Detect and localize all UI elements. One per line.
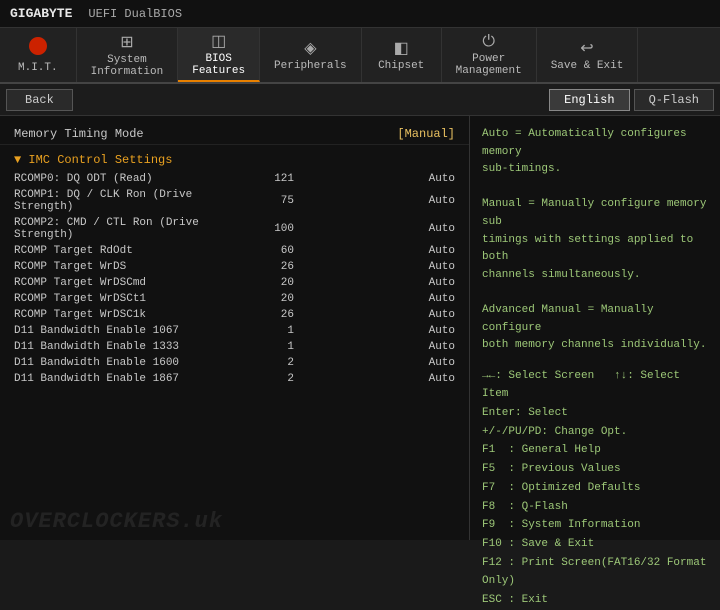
setting-num: 2 bbox=[244, 357, 294, 369]
setting-num: 100 bbox=[244, 223, 294, 235]
setting-label: D11 Bandwidth Enable 1333 bbox=[14, 341, 244, 353]
setting-auto: Auto bbox=[429, 293, 455, 305]
settings-list: RCOMP0: DQ ODT (Read) 121 Auto RCOMP1: D… bbox=[0, 171, 469, 387]
setting-row[interactable]: RCOMP Target RdOdt 60 Auto bbox=[0, 243, 469, 259]
setting-num: 20 bbox=[244, 277, 294, 289]
setting-row[interactable]: D11 Bandwidth Enable 1867 2 Auto bbox=[0, 371, 469, 387]
dual-bios-label: UEFI DualBIOS bbox=[88, 7, 182, 21]
setting-label: RCOMP Target WrDSC1k bbox=[14, 309, 244, 321]
setting-auto: Auto bbox=[429, 195, 455, 207]
sysinfo-icon: ⊞ bbox=[120, 32, 133, 52]
key-row-change: +/-/PU/PD: Change Opt. bbox=[482, 423, 708, 442]
setting-auto: Auto bbox=[429, 309, 455, 321]
nav-label-bios: BIOSFeatures bbox=[192, 53, 245, 77]
setting-row[interactable]: RCOMP Target WrDS 26 Auto bbox=[0, 259, 469, 275]
qflash-button[interactable]: Q-Flash bbox=[634, 89, 714, 111]
nav-item-chipset[interactable]: ◧ Chipset bbox=[362, 28, 442, 82]
setting-auto: Auto bbox=[429, 325, 455, 337]
setting-num: 1 bbox=[244, 341, 294, 353]
setting-label: D11 Bandwidth Enable 1867 bbox=[14, 373, 244, 385]
setting-label: RCOMP Target WrDSCt1 bbox=[14, 293, 244, 305]
key-row-screen: →←: Select Screen ↑↓: Select Item bbox=[482, 367, 708, 404]
key-row-f7: F7 : Optimized Defaults bbox=[482, 479, 708, 498]
top-navigation: M.I.T. ⊞ SystemInformation ◫ BIOSFeature… bbox=[0, 28, 720, 84]
key-row-enter: Enter: Select bbox=[482, 404, 708, 423]
setting-label: D11 Bandwidth Enable 1067 bbox=[14, 325, 244, 337]
setting-row[interactable]: RCOMP1: DQ / CLK Ron (Drive Strength) 75… bbox=[0, 187, 469, 215]
mit-icon bbox=[29, 37, 47, 60]
setting-label: RCOMP Target RdOdt bbox=[14, 245, 244, 257]
setting-num: 20 bbox=[244, 293, 294, 305]
nav-item-peripherals[interactable]: ◈ Peripherals bbox=[260, 28, 362, 82]
key-row-f1: F1 : General Help bbox=[482, 441, 708, 460]
nav-label-peripherals: Peripherals bbox=[274, 60, 347, 72]
brand-logo: GIGABYTE bbox=[10, 6, 72, 21]
setting-auto: Auto bbox=[429, 223, 455, 235]
setting-num: 75 bbox=[244, 195, 294, 207]
nav-label-save: Save & Exit bbox=[551, 60, 624, 72]
right-panel: Auto = Automatically configures memory s… bbox=[470, 116, 720, 540]
nav-item-sysinfo[interactable]: ⊞ SystemInformation bbox=[77, 28, 179, 82]
setting-label: RCOMP Target WrDSCmd bbox=[14, 277, 244, 289]
setting-auto: Auto bbox=[429, 277, 455, 289]
titlebar: GIGABYTE UEFI DualBIOS bbox=[0, 0, 720, 28]
key-row-f10: F10 : Save & Exit bbox=[482, 535, 708, 554]
nav-item-power[interactable]: ⏻ PowerManagement bbox=[442, 28, 537, 82]
setting-num: 1 bbox=[244, 325, 294, 337]
memory-timing-label: Memory Timing Mode bbox=[14, 127, 144, 141]
setting-auto: Auto bbox=[429, 373, 455, 385]
language-button[interactable]: English bbox=[549, 89, 629, 111]
chipset-icon: ◧ bbox=[394, 38, 409, 58]
setting-num: 2 bbox=[244, 373, 294, 385]
setting-row[interactable]: D11 Bandwidth Enable 1333 1 Auto bbox=[0, 339, 469, 355]
memory-timing-row[interactable]: Memory Timing Mode [Manual] bbox=[0, 124, 469, 145]
setting-auto: Auto bbox=[429, 245, 455, 257]
setting-num: 121 bbox=[244, 173, 294, 185]
nav-item-bios[interactable]: ◫ BIOSFeatures bbox=[178, 28, 260, 82]
help-description: Auto = Automatically configures memory s… bbox=[482, 126, 708, 355]
setting-auto: Auto bbox=[429, 341, 455, 353]
lang-section: English Q-Flash bbox=[549, 89, 714, 111]
toolbar: Back English Q-Flash bbox=[0, 84, 720, 116]
setting-label: RCOMP Target WrDS bbox=[14, 261, 244, 273]
setting-num: 26 bbox=[244, 309, 294, 321]
setting-row[interactable]: D11 Bandwidth Enable 1067 1 Auto bbox=[0, 323, 469, 339]
key-help: →←: Select Screen ↑↓: Select Item Enter:… bbox=[482, 367, 708, 610]
main-content: Memory Timing Mode [Manual] ▼ IMC Contro… bbox=[0, 116, 720, 540]
setting-label: D11 Bandwidth Enable 1600 bbox=[14, 357, 244, 369]
peripherals-icon: ◈ bbox=[304, 38, 316, 58]
bios-icon: ◫ bbox=[211, 31, 226, 51]
nav-item-mit[interactable]: M.I.T. bbox=[0, 28, 77, 82]
left-panel: Memory Timing Mode [Manual] ▼ IMC Contro… bbox=[0, 116, 470, 540]
setting-row[interactable]: D11 Bandwidth Enable 1600 2 Auto bbox=[0, 355, 469, 371]
setting-num: 60 bbox=[244, 245, 294, 257]
nav-label-power: PowerManagement bbox=[456, 53, 522, 77]
setting-auto: Auto bbox=[429, 261, 455, 273]
nav-label-mit: M.I.T. bbox=[18, 62, 58, 74]
key-row-f8: F8 : Q-Flash bbox=[482, 498, 708, 517]
key-row-f9: F9 : System Information bbox=[482, 516, 708, 535]
setting-auto: Auto bbox=[429, 173, 455, 185]
setting-row[interactable]: RCOMP2: CMD / CTL Ron (Drive Strength) 1… bbox=[0, 215, 469, 243]
nav-item-save[interactable]: ↩ Save & Exit bbox=[537, 28, 639, 82]
setting-num: 26 bbox=[244, 261, 294, 273]
back-button[interactable]: Back bbox=[6, 89, 73, 111]
memory-timing-value: [Manual] bbox=[397, 127, 455, 141]
power-icon: ⏻ bbox=[482, 33, 495, 51]
nav-label-sysinfo: SystemInformation bbox=[91, 54, 164, 78]
setting-label: RCOMP1: DQ / CLK Ron (Drive Strength) bbox=[14, 189, 244, 213]
setting-label: RCOMP0: DQ ODT (Read) bbox=[14, 173, 244, 185]
imc-header: ▼ IMC Control Settings bbox=[0, 149, 469, 171]
setting-row[interactable]: RCOMP Target WrDSC1k 26 Auto bbox=[0, 307, 469, 323]
setting-row[interactable]: RCOMP0: DQ ODT (Read) 121 Auto bbox=[0, 171, 469, 187]
key-row-esc: ESC : Exit bbox=[482, 591, 708, 610]
key-row-f5: F5 : Previous Values bbox=[482, 460, 708, 479]
key-row-f12: F12 : Print Screen(FAT16/32 Format Only) bbox=[482, 554, 708, 591]
save-icon: ↩ bbox=[580, 38, 593, 58]
setting-auto: Auto bbox=[429, 357, 455, 369]
nav-label-chipset: Chipset bbox=[378, 60, 424, 72]
setting-row[interactable]: RCOMP Target WrDSCt1 20 Auto bbox=[0, 291, 469, 307]
setting-label: RCOMP2: CMD / CTL Ron (Drive Strength) bbox=[14, 217, 244, 241]
setting-row[interactable]: RCOMP Target WrDSCmd 20 Auto bbox=[0, 275, 469, 291]
